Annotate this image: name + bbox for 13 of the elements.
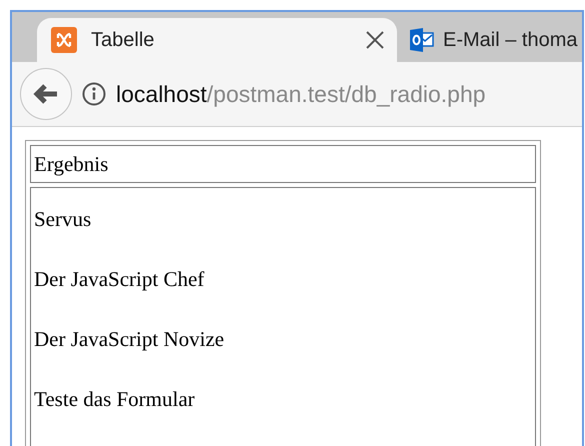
browser-tab[interactable]: Tabelle [37,18,397,62]
mail-app-icon [409,27,435,53]
back-arrow-icon [33,83,59,105]
table-header-cell: Ergebnis [30,145,536,183]
back-button[interactable] [20,68,72,120]
text-line: Teste das Formular [34,386,196,412]
text-line: Der JavaScript Chef [34,266,206,292]
info-icon[interactable] [82,82,106,106]
close-icon[interactable] [365,30,385,50]
app-logo-icon [51,27,77,53]
text-line: Servus [34,206,92,232]
browser-tab[interactable]: E-Mail – thoma [397,18,582,62]
text-line: Der JavaScript Novize [34,326,226,352]
